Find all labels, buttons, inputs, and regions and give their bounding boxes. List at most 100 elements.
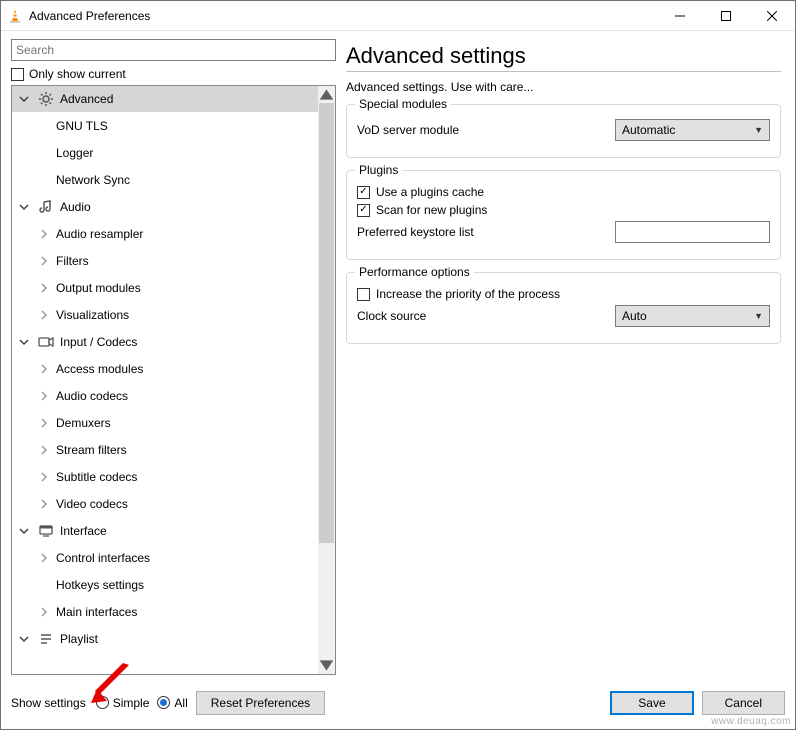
scroll-down-button[interactable] [318, 657, 335, 674]
tree-item[interactable]: Output modules [12, 275, 318, 302]
tree-spacer [36, 145, 52, 161]
tree-item[interactable]: Audio resampler [12, 221, 318, 248]
tree-item-label: Input / Codecs [60, 335, 137, 349]
tree-item[interactable]: Video codecs [12, 491, 318, 518]
dialog-footer: Show settings Simple All Reset Preferenc… [1, 675, 795, 729]
maximize-button[interactable] [703, 1, 749, 31]
left-panel: Only show current Advanced GNU TLS LoggerN… [11, 39, 336, 675]
chevron-right-icon[interactable] [36, 550, 52, 566]
chevron-down-icon: ▼ [754, 125, 763, 135]
tree-item[interactable]: Logger [12, 140, 318, 167]
tree-item[interactable]: Audio [12, 194, 318, 221]
chevron-right-icon[interactable] [36, 388, 52, 404]
chevron-right-icon[interactable] [36, 415, 52, 431]
show-settings-simple-radio[interactable]: Simple [96, 696, 150, 710]
chevron-down-icon[interactable] [16, 199, 32, 215]
tree-scrollbar[interactable] [318, 86, 335, 674]
tree-item-label: Audio [60, 200, 91, 214]
chevron-right-icon[interactable] [36, 496, 52, 512]
chevron-right-icon[interactable] [36, 469, 52, 485]
group-performance: Performance options Increase the priorit… [346, 272, 781, 344]
scan-new-plugins-checkbox[interactable]: Scan for new plugins [357, 203, 770, 217]
simple-label: Simple [113, 696, 150, 710]
tree-item[interactable]: Stream filters [12, 437, 318, 464]
close-button[interactable] [749, 1, 795, 31]
increase-priority-checkbox[interactable]: Increase the priority of the process [357, 287, 770, 301]
tree-item-label: GNU TLS [56, 119, 108, 133]
vod-label: VoD server module [357, 123, 607, 137]
tree-item-label: Filters [56, 254, 89, 268]
tree-item[interactable]: Advanced [12, 86, 318, 113]
chevron-down-icon[interactable] [16, 91, 32, 107]
tree-item[interactable]: Demuxers [12, 410, 318, 437]
tree-item[interactable]: Playlist [12, 626, 318, 653]
tree-item-label: Audio codecs [56, 389, 128, 403]
tree-item[interactable]: Audio codecs [12, 383, 318, 410]
scroll-track[interactable] [318, 103, 335, 657]
settings-description: Advanced settings. Use with care... [346, 80, 781, 94]
scroll-up-button[interactable] [318, 86, 335, 103]
chevron-right-icon[interactable] [36, 280, 52, 296]
settings-panel: Advanced settings Advanced settings. Use… [346, 39, 785, 675]
minimize-button[interactable] [657, 1, 703, 31]
save-button[interactable]: Save [610, 691, 693, 715]
radio-icon [157, 696, 170, 709]
tree-item-label: Visualizations [56, 308, 129, 322]
tree-item[interactable]: Hotkeys settings [12, 572, 318, 599]
tree-item[interactable]: Access modules [12, 356, 318, 383]
search-input[interactable] [11, 39, 336, 61]
use-plugins-cache-checkbox[interactable]: Use a plugins cache [357, 185, 770, 199]
tree-item[interactable]: Input / Codecs [12, 329, 318, 356]
clock-source-select[interactable]: Auto ▼ [615, 305, 770, 327]
only-show-current-label: Only show current [29, 67, 126, 81]
advanced-preferences-window: Advanced Preferences Only show current A… [0, 0, 796, 730]
tree-item[interactable]: Filters [12, 248, 318, 275]
tree-item-label: Hotkeys settings [56, 578, 144, 592]
chevron-down-icon[interactable] [16, 523, 32, 539]
vlc-cone-icon [7, 8, 23, 24]
chevron-right-icon[interactable] [36, 307, 52, 323]
show-settings-label: Show settings [11, 696, 86, 710]
tree-item-label: Advanced [60, 92, 113, 106]
tree-item[interactable]: Interface [12, 518, 318, 545]
audio-icon [36, 199, 56, 215]
increase-priority-label: Increase the priority of the process [376, 287, 560, 301]
checkbox-icon [11, 68, 24, 81]
tree-item-label: Output modules [56, 281, 141, 295]
heading-divider [346, 71, 781, 72]
chevron-down-icon[interactable] [16, 334, 32, 350]
group-title-special: Special modules [355, 97, 451, 111]
reset-preferences-button[interactable]: Reset Preferences [196, 691, 325, 715]
group-title-performance: Performance options [355, 265, 474, 279]
tree-item[interactable]: Control interfaces [12, 545, 318, 572]
tree-item-label: Main interfaces [56, 605, 137, 619]
chevron-right-icon[interactable] [36, 442, 52, 458]
only-show-current-checkbox[interactable]: Only show current [11, 67, 336, 81]
tree-item[interactable]: Visualizations [12, 302, 318, 329]
keystore-label: Preferred keystore list [357, 225, 607, 239]
chevron-right-icon[interactable] [36, 253, 52, 269]
group-plugins: Plugins Use a plugins cache Scan for new… [346, 170, 781, 260]
dialog-body: Only show current Advanced GNU TLS LoggerN… [1, 31, 795, 675]
scan-new-plugins-label: Scan for new plugins [376, 203, 487, 217]
watermark: www.deuaq.com [711, 716, 791, 727]
window-title: Advanced Preferences [29, 9, 150, 23]
tree-item[interactable]: Main interfaces [12, 599, 318, 626]
chevron-right-icon[interactable] [36, 361, 52, 377]
keystore-input[interactable] [615, 221, 770, 243]
scroll-thumb[interactable] [319, 103, 334, 543]
chevron-right-icon[interactable] [36, 226, 52, 242]
tree-item[interactable]: Subtitle codecs [12, 464, 318, 491]
tree-spacer [36, 172, 52, 188]
chevron-down-icon[interactable] [16, 631, 32, 647]
vod-server-select[interactable]: Automatic ▼ [615, 119, 770, 141]
cancel-button[interactable]: Cancel [702, 691, 785, 715]
all-label: All [174, 696, 187, 710]
tree-item[interactable]: GNU TLS [12, 113, 318, 140]
clock-source-label: Clock source [357, 309, 607, 323]
chevron-right-icon[interactable] [36, 604, 52, 620]
tree-item[interactable]: Network Sync [12, 167, 318, 194]
tree-item-label: Control interfaces [56, 551, 150, 565]
show-settings-all-radio[interactable]: All [157, 696, 187, 710]
tree-item-label: Interface [60, 524, 107, 538]
